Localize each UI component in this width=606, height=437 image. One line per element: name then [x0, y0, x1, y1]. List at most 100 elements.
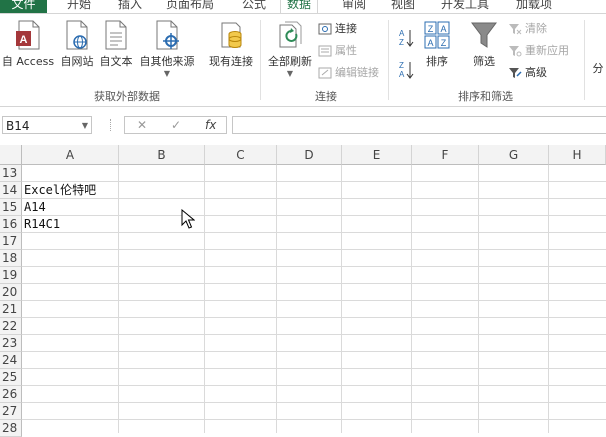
column-header-f[interactable]: F [412, 145, 479, 165]
svg-text:A: A [399, 70, 405, 79]
other-sources-icon [156, 20, 179, 50]
column-header-e[interactable]: E [342, 145, 412, 165]
split-label: 分 [592, 62, 604, 75]
from-access-label: 自 Access [1, 55, 55, 68]
row-header[interactable]: 15 [0, 199, 22, 216]
reapply-button[interactable]: 重新应用 [508, 44, 569, 58]
column-header-d[interactable]: D [277, 145, 342, 165]
grid-line [22, 385, 606, 386]
tab-developer[interactable]: 开发工具 [441, 0, 489, 13]
split-button-partial[interactable]: 分 [590, 60, 606, 76]
name-box[interactable]: B14 ▼ [2, 116, 92, 134]
row-header[interactable]: 28 [0, 420, 22, 437]
from-other-sources-button[interactable]: 自其他来源 ▼ [136, 20, 198, 78]
row-header[interactable]: 25 [0, 369, 22, 386]
worksheet-grid[interactable]: A B C D E F G H 13 14 15 16 17 18 19 20 … [0, 145, 606, 437]
tab-addins[interactable]: 加载项 [516, 0, 552, 13]
cell-a15[interactable]: A14 [24, 199, 46, 216]
column-header-c[interactable]: C [205, 145, 277, 165]
sort-filter-group-label: 排序和筛选 [458, 90, 513, 103]
row-header[interactable]: 21 [0, 301, 22, 318]
tab-review[interactable]: 审阅 [342, 0, 366, 13]
resize-handle[interactable] [110, 119, 113, 131]
from-web-button[interactable]: 自网站 [58, 20, 96, 69]
row-header[interactable]: 16 [0, 216, 22, 233]
sort-az-button[interactable]: A Z [398, 28, 414, 52]
grid-line [22, 300, 606, 301]
edit-links-label: 编辑链接 [335, 66, 379, 79]
tab-formulas[interactable]: 公式 [242, 0, 266, 13]
row-header[interactable]: 20 [0, 284, 22, 301]
sort-za-button[interactable]: Z A [398, 60, 414, 84]
filter-label: 筛选 [473, 55, 495, 68]
grid-line [341, 165, 342, 433]
row-header[interactable]: 19 [0, 267, 22, 284]
grid-line [22, 215, 606, 216]
grid-line [22, 198, 606, 199]
sort-button[interactable]: Z A A Z 排序 [421, 20, 453, 69]
column-header-g[interactable]: G [479, 145, 549, 165]
row-header[interactable]: 26 [0, 386, 22, 403]
tab-file[interactable]: 文件 [0, 0, 47, 13]
sort-ascending-icon: A Z [399, 29, 414, 47]
group-divider [388, 20, 389, 100]
from-text-label: 自文本 [99, 55, 133, 68]
cell-a14[interactable]: Excel伦特吧 [24, 182, 96, 199]
refresh-all-button[interactable]: 全部刷新 ▼ [265, 20, 315, 78]
formula-input[interactable] [232, 116, 606, 134]
web-page-icon [66, 20, 88, 50]
row-header[interactable]: 23 [0, 335, 22, 352]
advanced-filter-button[interactable]: 高级 [508, 66, 547, 80]
tab-home[interactable]: 开始 [67, 0, 91, 13]
row-header[interactable]: 27 [0, 403, 22, 420]
column-header-h[interactable]: H [549, 145, 606, 165]
advanced-filter-label: 高级 [525, 66, 547, 79]
refresh-all-label: 全部刷新 [268, 55, 312, 68]
existing-connections-label: 现有连接 [209, 55, 253, 68]
grid-line [276, 165, 277, 433]
edit-links-button[interactable]: 编辑链接 [318, 66, 379, 80]
cell-a16[interactable]: R14C1 [24, 216, 60, 233]
mouse-cursor-icon [181, 209, 195, 229]
properties-label: 属性 [335, 44, 357, 57]
properties-icon [318, 45, 332, 57]
clear-filter-button[interactable]: 清除 [508, 22, 547, 36]
svg-text:Z: Z [428, 24, 434, 34]
existing-connections-button[interactable]: 现有连接 [206, 20, 256, 69]
from-web-label: 自网站 [60, 55, 94, 68]
column-header-a[interactable]: A [22, 145, 119, 165]
clear-filter-label: 清除 [525, 22, 547, 35]
select-all-corner[interactable] [0, 145, 22, 165]
connections-group-label: 连接 [315, 90, 337, 103]
chevron-down-icon: ▼ [163, 69, 171, 78]
connections-button[interactable]: 连接 [318, 22, 357, 36]
row-header[interactable]: 24 [0, 352, 22, 369]
insert-function-icon[interactable]: fx [205, 117, 216, 133]
row-header[interactable]: 13 [0, 165, 22, 182]
filter-button[interactable]: 筛选 [468, 20, 500, 69]
sort-label: 排序 [426, 55, 448, 68]
grid-line [118, 165, 119, 433]
column-header-b[interactable]: B [119, 145, 205, 165]
chevron-down-icon[interactable]: ▼ [82, 117, 88, 135]
cancel-icon[interactable]: ✕ [137, 117, 147, 133]
grid-line [22, 368, 606, 369]
tab-data[interactable]: 数据 [280, 0, 319, 13]
from-text-button[interactable]: 自文本 [97, 20, 135, 69]
sort-descending-icon: Z A [399, 61, 414, 79]
from-other-sources-label: 自其他来源 [139, 55, 195, 68]
advanced-filter-icon [509, 68, 522, 78]
enter-icon[interactable]: ✓ [171, 117, 181, 133]
row-header[interactable]: 22 [0, 318, 22, 335]
properties-button[interactable]: 属性 [318, 44, 357, 58]
connections-icon [318, 23, 332, 35]
tab-page-layout[interactable]: 页面布局 [166, 0, 214, 13]
row-header[interactable]: 17 [0, 233, 22, 250]
clear-filter-icon [509, 24, 522, 35]
row-header[interactable]: 14 [0, 182, 22, 199]
row-header[interactable]: 18 [0, 250, 22, 267]
tab-insert[interactable]: 插入 [118, 0, 142, 13]
tab-view[interactable]: 视图 [391, 0, 415, 13]
reapply-icon [509, 46, 522, 57]
from-access-button[interactable]: A 自 Access [0, 20, 56, 69]
